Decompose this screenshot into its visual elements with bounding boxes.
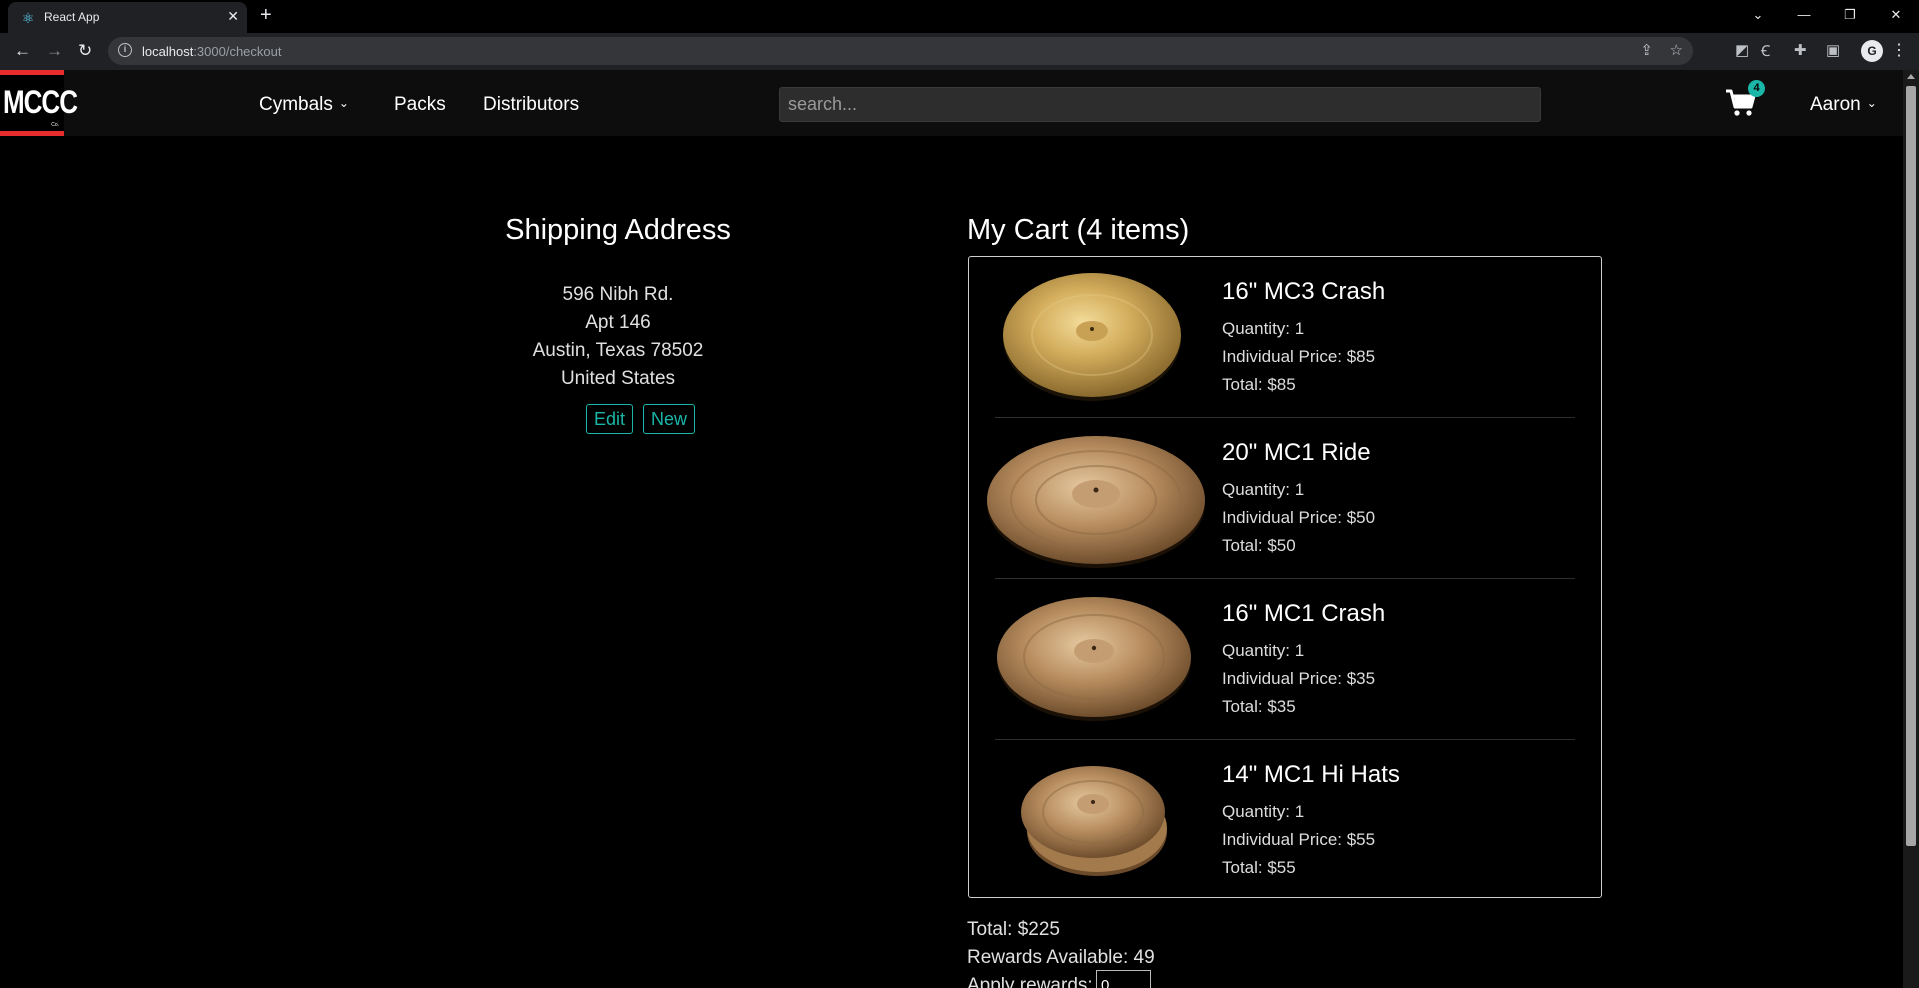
cart-count-badge: 4 bbox=[1748, 80, 1765, 97]
nav-cymbals-dropdown[interactable]: Cymbals ⌄ bbox=[259, 94, 349, 116]
item-individual-price: Individual Price: $35 bbox=[1222, 669, 1376, 688]
rewards-available: Rewards Available: 49 bbox=[967, 947, 1155, 968]
extension-icon[interactable]: ◩ bbox=[1735, 41, 1749, 59]
apply-rewards-label: Apply rewards: bbox=[967, 975, 1093, 988]
item-individual-price: Individual Price: $50 bbox=[1222, 508, 1376, 527]
address-line-1: 596 Nibh Rd. bbox=[562, 284, 674, 305]
item-total: Total: $85 bbox=[1222, 375, 1296, 394]
brand-logo[interactable]: MCCC Co. bbox=[0, 70, 78, 136]
browser-tabbar: ⚛ React App ✕ + ⌄ — ❐ ✕ bbox=[0, 0, 1919, 33]
apply-rewards-input[interactable] bbox=[1096, 970, 1151, 988]
search-input[interactable] bbox=[779, 87, 1541, 122]
page-scrollbar[interactable] bbox=[1903, 70, 1919, 988]
item-name: 14" MC1 Hi Hats bbox=[1222, 761, 1400, 788]
react-icon: ⚛ bbox=[21, 10, 35, 26]
address-bar[interactable]: i localhost:3000/checkout ⇪ ☆ bbox=[108, 37, 1693, 65]
cart-item: 20" MC1 Ride Quantity: 1 Individual Pric… bbox=[969, 418, 1603, 579]
user-menu-dropdown[interactable]: Aaron ⌄ bbox=[1810, 94, 1877, 116]
item-name: 16" MC3 Crash bbox=[1222, 278, 1386, 305]
side-panel-icon[interactable]: ▣ bbox=[1826, 41, 1840, 59]
tab-title: React App bbox=[44, 10, 100, 24]
edit-address-button[interactable]: Edit bbox=[586, 404, 634, 434]
item-total: Total: $50 bbox=[1222, 536, 1296, 555]
cart-heading: My Cart (4 items) bbox=[967, 214, 1190, 246]
extensions-puzzle-icon[interactable]: ✚ bbox=[1794, 41, 1807, 59]
cart-items-box: 16" MC3 Crash Quantity: 1 Individual Pri… bbox=[968, 256, 1602, 898]
browser-toolbar: ← → ↻ i localhost:3000/checkout ⇪ ☆ ◩ Ꞓ … bbox=[0, 33, 1919, 70]
chevron-down-icon: ⌄ bbox=[1866, 96, 1877, 110]
bookmark-star-icon[interactable]: ☆ bbox=[1670, 41, 1683, 59]
address-line-2: Apt 146 bbox=[585, 312, 651, 333]
item-quantity: Quantity: 1 bbox=[1222, 480, 1305, 499]
cymbal-image bbox=[987, 436, 1205, 568]
url-text: localhost:3000/checkout bbox=[142, 44, 282, 59]
item-quantity: Quantity: 1 bbox=[1222, 641, 1305, 660]
app-navbar: MCCC Co. Cymbals⌄ Packs Distributors 4 A… bbox=[0, 70, 1903, 136]
scrollbar-thumb[interactable] bbox=[1906, 86, 1916, 846]
cymbal-image bbox=[1021, 766, 1167, 876]
browser-tab[interactable]: ⚛ React App ✕ bbox=[8, 2, 247, 33]
forward-arrow-icon[interactable]: → bbox=[46, 41, 63, 61]
address-city-state-zip: Austin, Texas 78502 bbox=[532, 340, 704, 361]
item-quantity: Quantity: 1 bbox=[1222, 319, 1305, 338]
tab-search-icon[interactable]: ⌄ bbox=[1735, 0, 1781, 33]
logo-text: MCCC bbox=[3, 83, 78, 121]
minimize-icon[interactable]: — bbox=[1781, 0, 1827, 33]
item-name: 20" MC1 Ride bbox=[1222, 439, 1371, 466]
window-controls: ⌄ — ❐ ✕ bbox=[1735, 0, 1919, 33]
cart-item: 16" MC3 Crash Quantity: 1 Individual Pri… bbox=[969, 257, 1603, 418]
nav-packs[interactable]: Packs bbox=[394, 94, 446, 116]
cymbal-image bbox=[1003, 273, 1181, 401]
site-info-icon[interactable]: i bbox=[118, 43, 132, 57]
item-individual-price: Individual Price: $55 bbox=[1222, 830, 1376, 849]
back-arrow-icon[interactable]: ← bbox=[14, 41, 31, 61]
restore-icon[interactable]: ❐ bbox=[1827, 0, 1873, 33]
profile-avatar-icon[interactable]: G bbox=[1861, 40, 1883, 62]
item-total: Total: $35 bbox=[1222, 697, 1296, 716]
close-window-icon[interactable]: ✕ bbox=[1873, 0, 1919, 33]
cymbal-image bbox=[997, 597, 1191, 721]
reload-icon[interactable]: ↻ bbox=[78, 41, 92, 61]
nav-distributors[interactable]: Distributors bbox=[483, 94, 579, 116]
cart-item: 16" MC1 Crash Quantity: 1 Individual Pri… bbox=[969, 579, 1603, 740]
new-tab-icon[interactable]: + bbox=[260, 4, 272, 27]
shipping-address-heading: Shipping Address bbox=[505, 214, 731, 246]
cart-total: Total: $225 bbox=[967, 919, 1060, 940]
browser-menu-icon[interactable]: ⋮ bbox=[1891, 40, 1907, 60]
share-icon[interactable]: ⇪ bbox=[1640, 41, 1653, 59]
new-address-button[interactable]: New bbox=[643, 404, 696, 434]
item-name: 16" MC1 Crash bbox=[1222, 600, 1386, 627]
extension-icon[interactable]: Ꞓ bbox=[1761, 41, 1770, 61]
scroll-up-arrow-icon[interactable] bbox=[1907, 74, 1915, 79]
item-individual-price: Individual Price: $85 bbox=[1222, 347, 1376, 366]
cart-item: 14" MC1 Hi Hats Quantity: 1 Individual P… bbox=[969, 740, 1603, 901]
item-total: Total: $55 bbox=[1222, 858, 1296, 877]
logo-subtext: Co. bbox=[51, 122, 59, 128]
chevron-down-icon: ⌄ bbox=[338, 96, 349, 110]
close-tab-icon[interactable]: ✕ bbox=[227, 8, 239, 25]
address-country: United States bbox=[560, 368, 676, 389]
item-quantity: Quantity: 1 bbox=[1222, 802, 1305, 821]
